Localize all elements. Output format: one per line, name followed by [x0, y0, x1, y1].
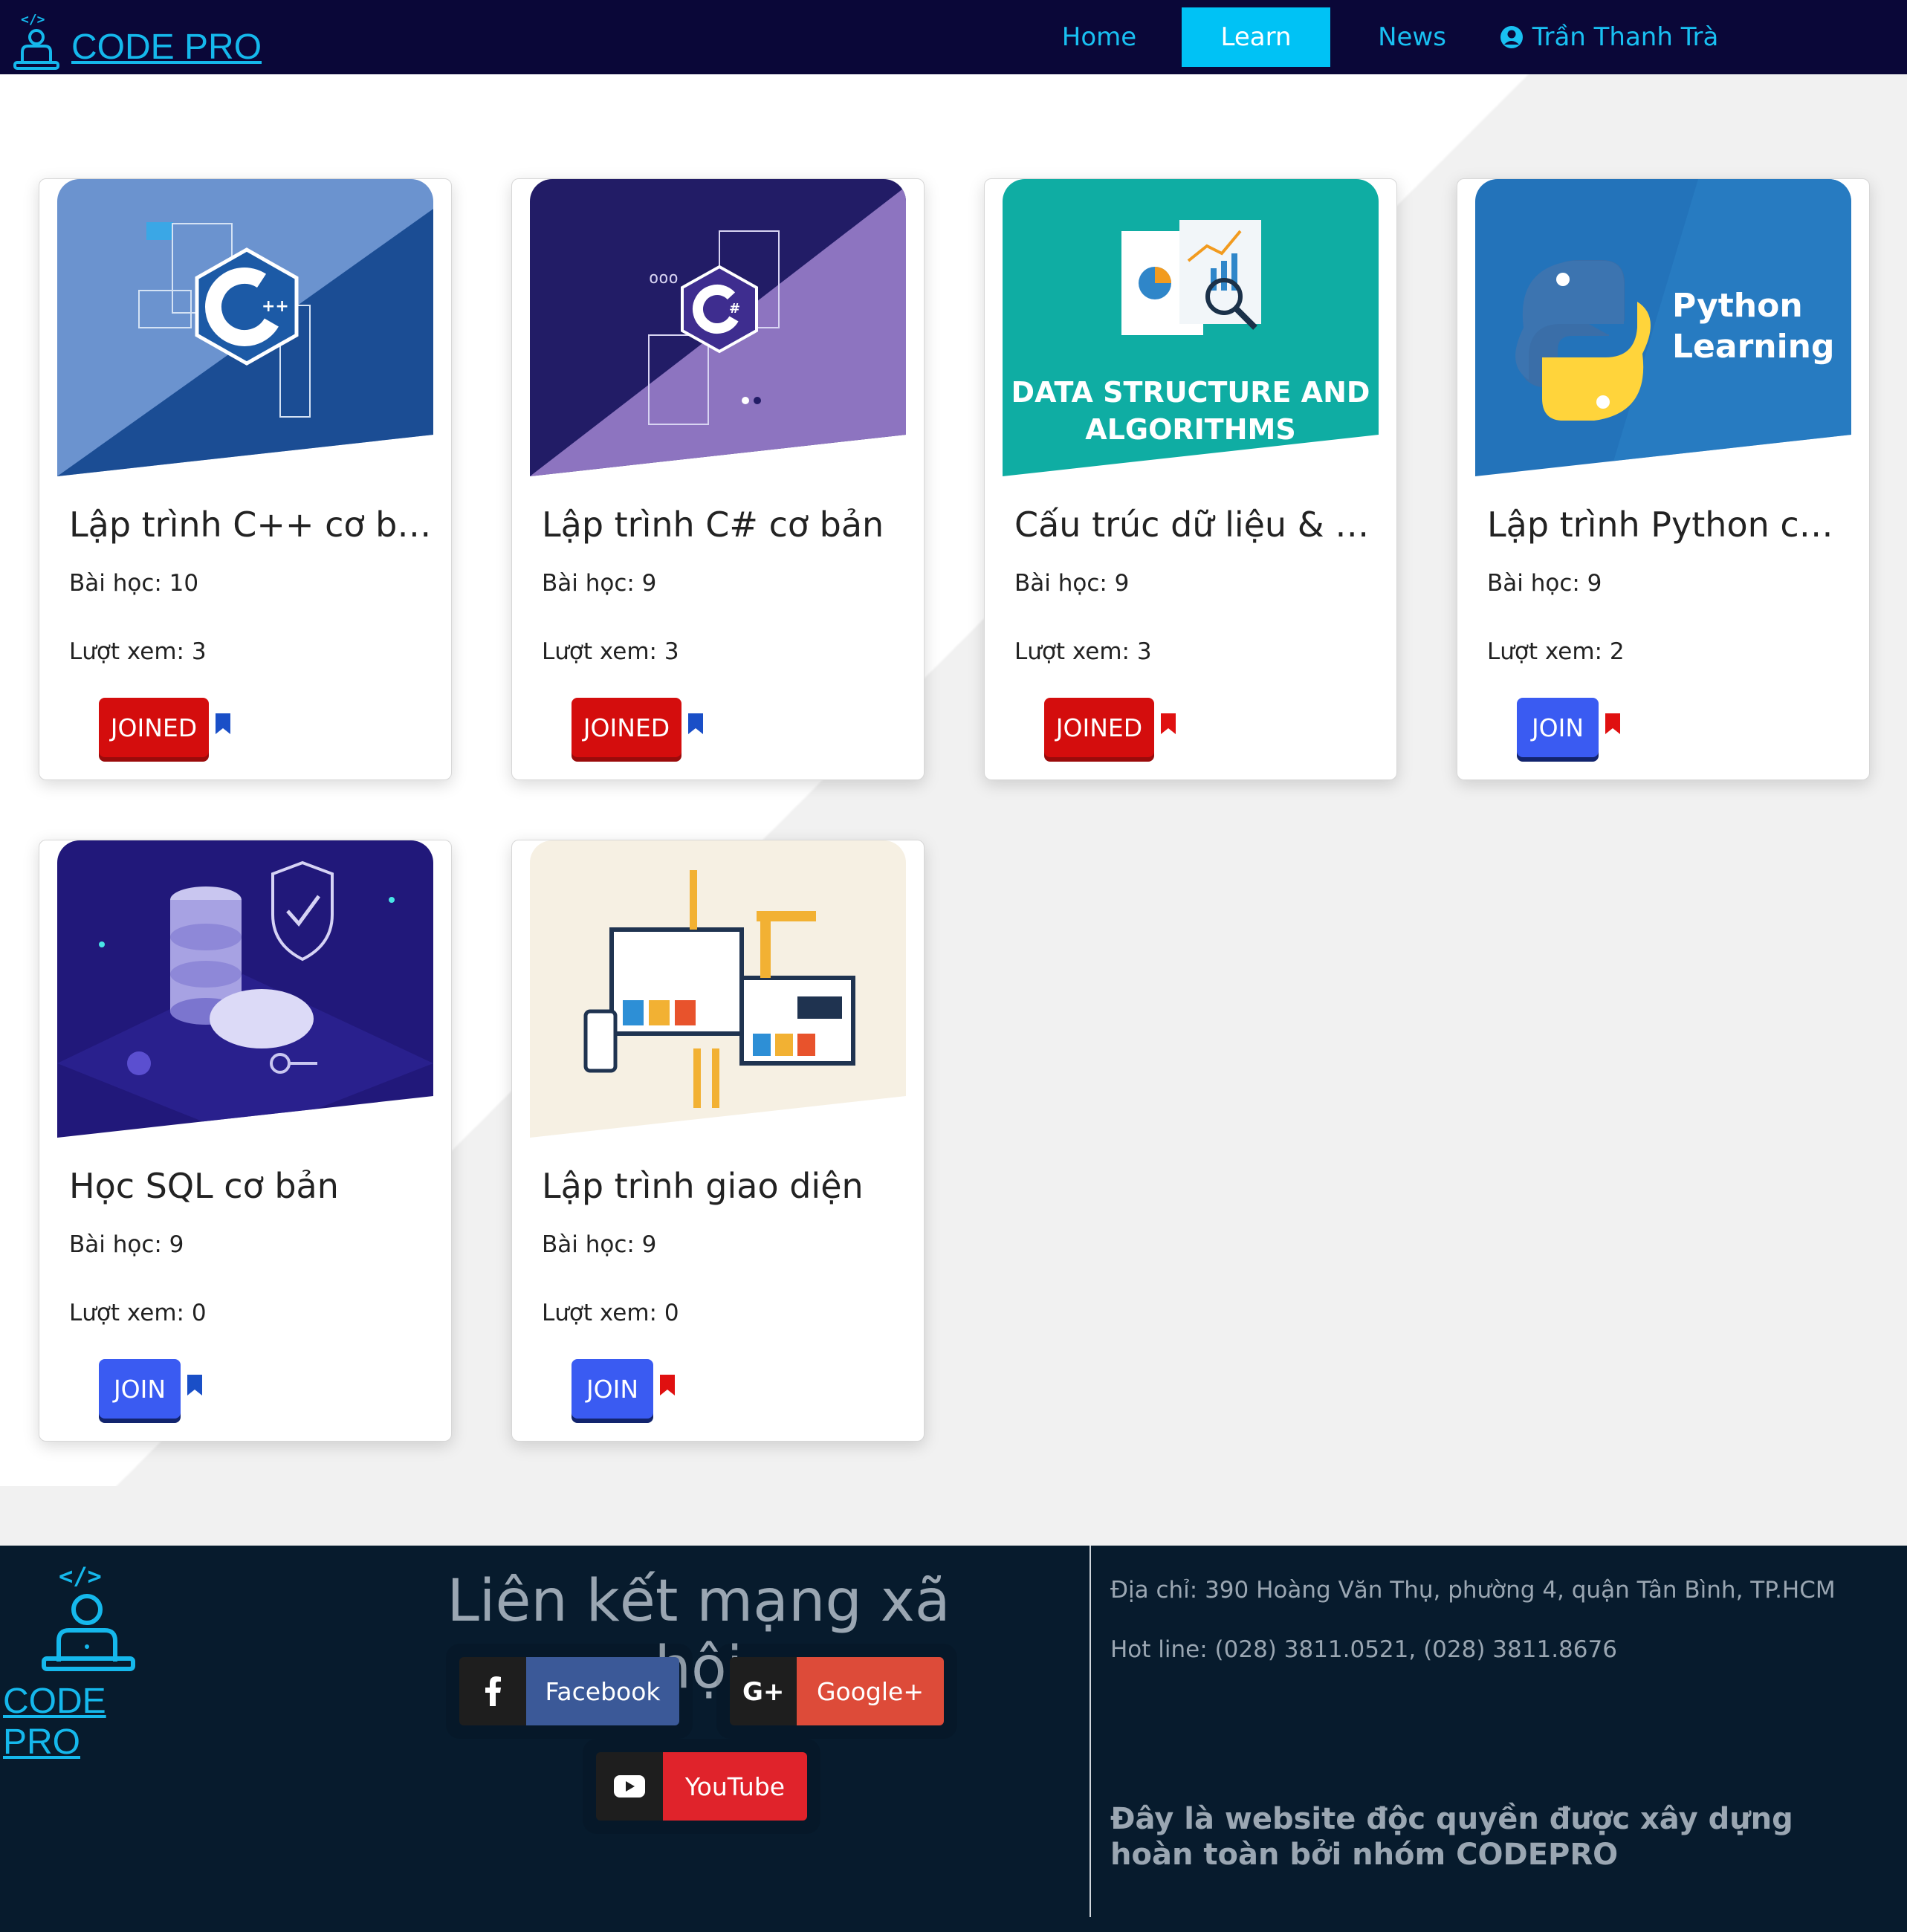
- lesson-count: Bài học: 9: [542, 1231, 657, 1258]
- lesson-count: Bài học: 9: [1014, 570, 1130, 597]
- youtube-label: YouTube: [663, 1752, 807, 1821]
- footer-brand-link[interactable]: </> CODE PRO: [3, 1563, 174, 1763]
- svg-text:Learning: Learning: [1672, 328, 1835, 366]
- brand-logo-link[interactable]: </> CODE PRO: [12, 6, 262, 70]
- bookmark-icon[interactable]: [659, 1374, 676, 1396]
- facebook-icon: [459, 1657, 526, 1725]
- view-count: Lượt xem: 0: [542, 1300, 679, 1326]
- user-circle-icon: [1500, 26, 1523, 48]
- svg-text:DATA STRUCTURE AND: DATA STRUCTURE AND: [1011, 376, 1370, 409]
- course-title[interactable]: Lập trình Python cơ bản: [1487, 505, 1851, 545]
- google-plus-button[interactable]: G+ Google+: [730, 1657, 944, 1725]
- course-thumbnail-sql: [57, 840, 433, 1138]
- facebook-label: Facebook: [526, 1657, 679, 1725]
- coder-laptop-icon: </>: [13, 12, 59, 70]
- view-count: Lượt xem: 3: [542, 638, 679, 665]
- joined-button[interactable]: JOINED: [99, 698, 209, 757]
- footer-hotline: Hot line: (028) 3811.0521, (028) 3811.86…: [1110, 1636, 1617, 1663]
- course-thumbnail-ui-design: [530, 840, 906, 1138]
- facebook-button[interactable]: Facebook: [459, 1657, 679, 1725]
- brand-name: CODE PRO: [71, 27, 262, 67]
- footer-address: Địa chỉ: 390 Hoàng Văn Thụ, phường 4, qu…: [1110, 1577, 1836, 1604]
- data-analytics-icon: DATA STRUCTURE AND ALGORITHMS: [1003, 179, 1379, 476]
- view-count: Lượt xem: 3: [1014, 638, 1152, 665]
- svg-text:ooo: ooo: [649, 269, 679, 288]
- course-thumbnail-data-structures: DATA STRUCTURE AND ALGORITHMS: [1003, 179, 1379, 476]
- course-thumbnail-python: Python Learning: [1475, 179, 1851, 476]
- footer-exclusive-note: Đây là website độc quyền được xây dựng h…: [1110, 1802, 1793, 1872]
- course-card-data-structures[interactable]: DATA STRUCTURE AND ALGORITHMS Cấu trúc d…: [984, 178, 1397, 780]
- footer-brand-name: CODE PRO: [3, 1682, 106, 1762]
- youtube-button[interactable]: YouTube: [596, 1752, 807, 1821]
- bookmark-icon[interactable]: [1160, 713, 1176, 735]
- google-plus-icon: G+: [730, 1657, 797, 1725]
- top-navbar: </> CODE PRO Home Learn News Trần Thanh …: [0, 0, 1907, 74]
- course-card-sql[interactable]: Học SQL cơ bản Bài học: 9 Lượt xem: 0 JO…: [39, 840, 452, 1442]
- course-card-cpp[interactable]: ++ Lập trình C++ cơ bản Bài học: 10 Lượt…: [39, 178, 452, 780]
- lesson-count: Bài học: 9: [542, 570, 657, 597]
- joined-button[interactable]: JOINED: [1044, 698, 1154, 757]
- svg-text:G+: G+: [742, 1678, 784, 1705]
- svg-text:++: ++: [262, 297, 289, 316]
- web-design-icon: [530, 840, 906, 1138]
- footer-divider: [1090, 1546, 1091, 1917]
- view-count: Lượt xem: 2: [1487, 638, 1625, 665]
- svg-text:Python: Python: [1672, 287, 1803, 325]
- svg-text:</>: </>: [59, 1563, 102, 1590]
- site-footer: </> CODE PRO Liên kết mạng xã hội Facebo…: [0, 1546, 1907, 1932]
- user-name: Trần Thanh Trà: [1532, 22, 1719, 52]
- course-title[interactable]: Lập trình C# cơ bản: [542, 505, 906, 545]
- lesson-count: Bài học: 9: [1487, 570, 1602, 597]
- svg-text:</>: </>: [21, 12, 45, 27]
- google-plus-label: Google+: [797, 1657, 944, 1725]
- bookmark-icon[interactable]: [215, 713, 231, 735]
- cpp-logo-icon: ++: [57, 179, 433, 476]
- course-title[interactable]: Cấu trúc dữ liệu & giải thuật: [1014, 505, 1379, 545]
- joined-button[interactable]: JOINED: [572, 698, 681, 757]
- course-list: ++ Lập trình C++ cơ bản Bài học: 10 Lượt…: [0, 74, 1907, 1486]
- lesson-count: Bài học: 10: [69, 570, 199, 597]
- bookmark-icon[interactable]: [187, 1374, 203, 1396]
- svg-text:ALGORITHMS: ALGORITHMS: [1085, 413, 1295, 446]
- youtube-icon: [596, 1752, 663, 1821]
- bookmark-icon[interactable]: [687, 713, 704, 735]
- view-count: Lượt xem: 0: [69, 1300, 207, 1326]
- course-title[interactable]: Lập trình giao diện: [542, 1166, 906, 1206]
- course-thumbnail-csharp: ooo #: [530, 179, 906, 476]
- join-button[interactable]: JOIN: [572, 1359, 653, 1419]
- course-title[interactable]: Học SQL cơ bản: [69, 1166, 433, 1206]
- course-title[interactable]: Lập trình C++ cơ bản: [69, 505, 433, 545]
- lesson-count: Bài học: 9: [69, 1231, 184, 1258]
- nav-learn[interactable]: Learn: [1182, 7, 1330, 67]
- view-count: Lượt xem: 3: [69, 638, 207, 665]
- course-card-python[interactable]: Python Learning Lập trình Python cơ bản …: [1457, 178, 1870, 780]
- course-card-csharp[interactable]: ooo # Lập trình C# cơ bản Bài học: 9 Lượ…: [511, 178, 925, 780]
- python-logo-icon: Python Learning: [1475, 179, 1851, 476]
- nav-home[interactable]: Home: [1040, 7, 1158, 67]
- coder-laptop-icon: </>: [42, 1563, 135, 1671]
- nav-user-account[interactable]: Trần Thanh Trà: [1494, 7, 1724, 67]
- svg-text:#: #: [729, 301, 740, 317]
- database-security-icon: [57, 840, 433, 1138]
- course-card-ui-design[interactable]: Lập trình giao diện Bài học: 9 Lượt xem:…: [511, 840, 925, 1442]
- join-button[interactable]: JOIN: [99, 1359, 181, 1419]
- csharp-logo-icon: ooo #: [530, 179, 906, 476]
- course-thumbnail-cpp: ++: [57, 179, 433, 476]
- bookmark-icon[interactable]: [1605, 713, 1621, 735]
- join-button[interactable]: JOIN: [1517, 698, 1599, 757]
- nav-news[interactable]: News: [1353, 7, 1471, 67]
